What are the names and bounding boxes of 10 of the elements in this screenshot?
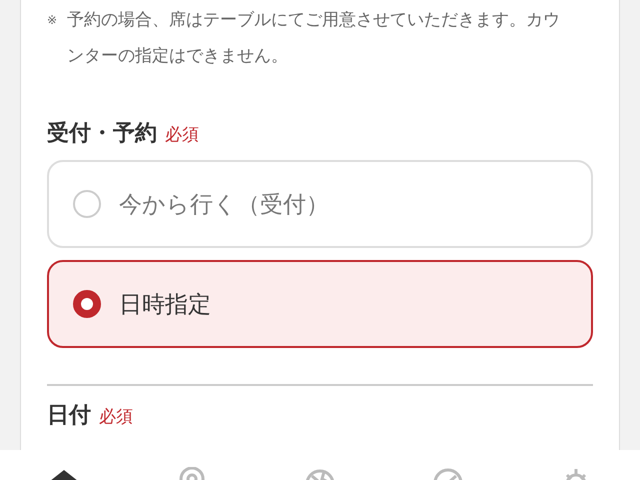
required-label: 必須 (165, 124, 199, 146)
required-label: 必須 (99, 406, 133, 428)
radio-option[interactable]: 日時指定 (47, 260, 593, 348)
radio-icon (73, 190, 101, 218)
section-title: 日付 (47, 402, 91, 430)
section-title: 受付・予約 (47, 120, 157, 148)
note-mark: ※ (47, 12, 58, 29)
radio-icon (73, 290, 101, 318)
note-text: 予約の場合、席はテーブルにてご用意させていただきます。カウンターの指定はできません。 (67, 9, 562, 68)
radio-option[interactable]: 今から行く（受付） (47, 160, 593, 248)
